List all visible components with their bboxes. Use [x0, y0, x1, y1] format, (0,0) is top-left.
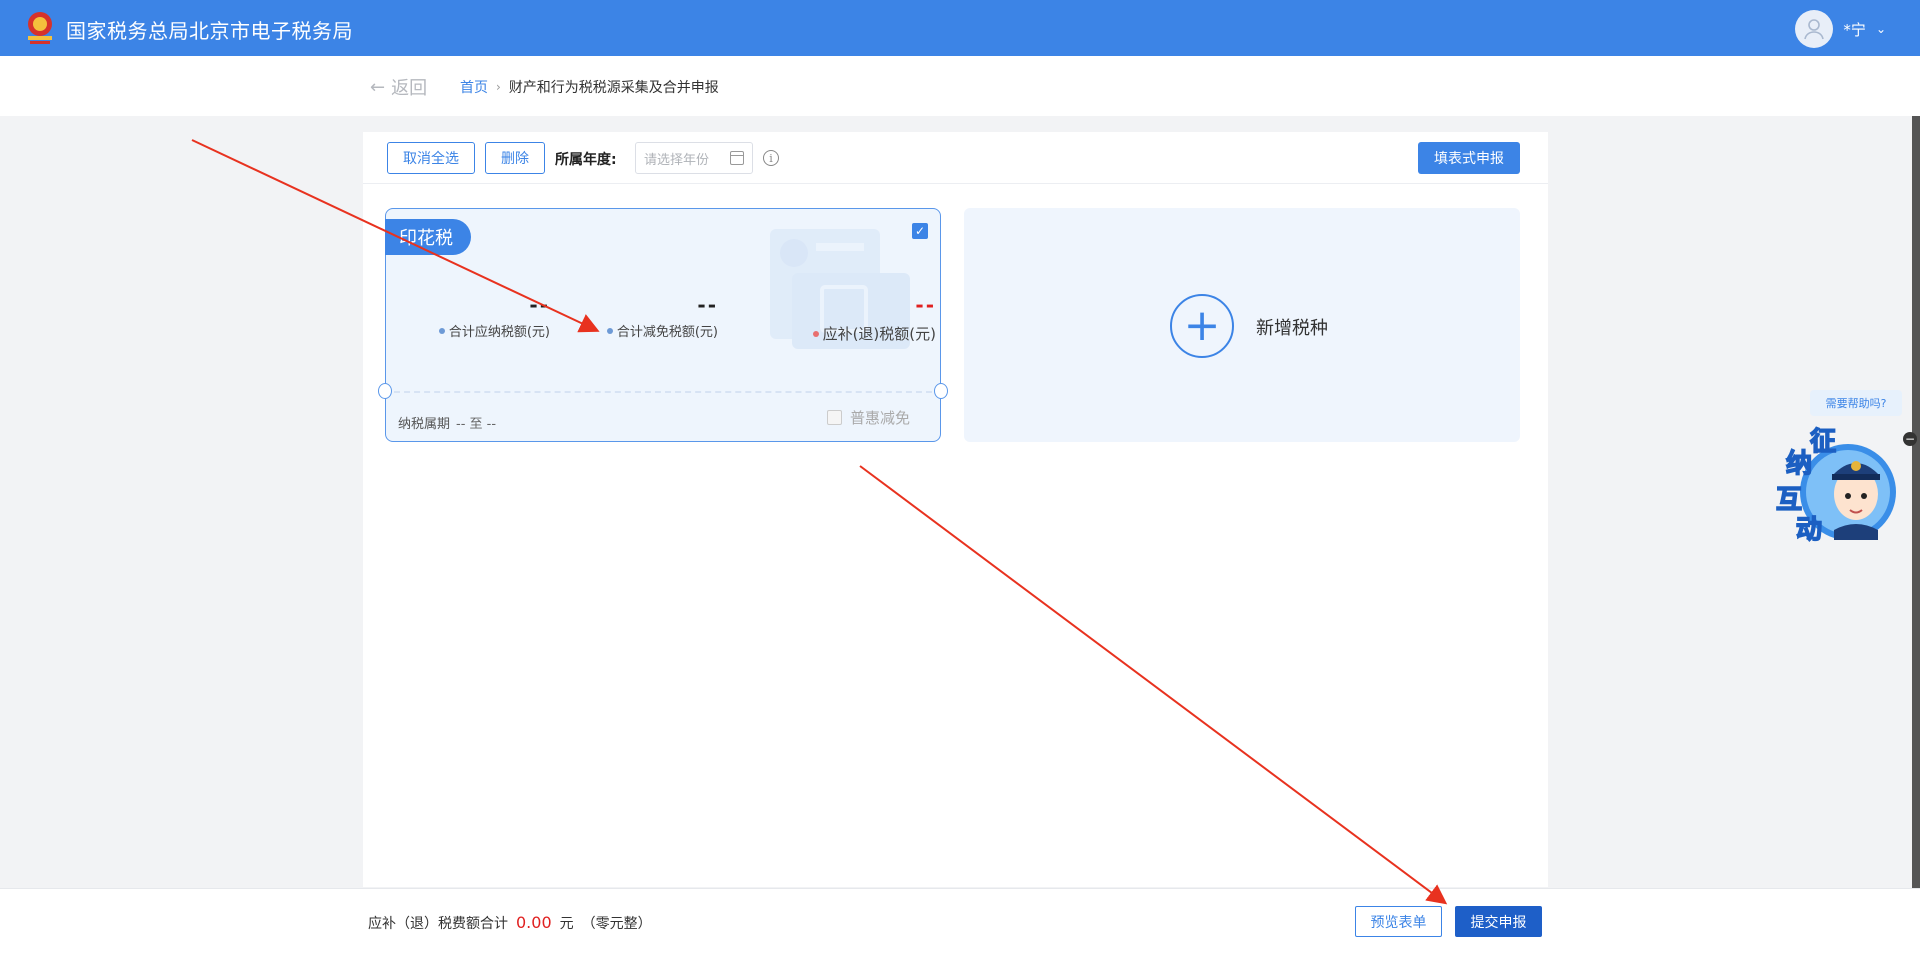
card-notch	[378, 383, 392, 399]
user-name[interactable]: *宁	[1843, 19, 1866, 40]
arrow-left-icon: ←	[370, 76, 386, 98]
assistant-char: 纳	[1786, 448, 1812, 479]
cancel-select-all-button[interactable]: 取消全选	[387, 142, 475, 174]
site-title: 国家税务总局北京市电子税务局	[66, 19, 353, 43]
scrollbar-thumb[interactable]	[1912, 116, 1920, 888]
top-header: 国家税务总局北京市电子税务局 *宁 ⌄	[0, 0, 1920, 56]
preview-form-button[interactable]: 预览表单	[1355, 906, 1442, 937]
total-summary-words: （零元整）	[581, 916, 652, 932]
breadcrumb-current: 财产和行为税税源采集及合并申报	[508, 80, 719, 96]
user-icon	[1804, 19, 1825, 40]
bullet-dot-icon	[812, 330, 819, 337]
submit-declaration-button[interactable]: 提交申报	[1455, 906, 1542, 937]
plus-circle-icon[interactable]: +	[1170, 294, 1234, 358]
toolbar: 取消全选 删除 所属年度: 请选择年份 i 填表式申报	[363, 132, 1548, 184]
card-checkbox[interactable]: ✓	[912, 223, 928, 239]
main-panel: 取消全选 删除 所属年度: 请选择年份 i 填表式申报 印花税 ✓ -- 合计应…	[363, 132, 1548, 887]
total-reduction-label: 合计减免税额(元)	[616, 325, 718, 340]
breadcrumb-home[interactable]: 首页	[460, 77, 488, 97]
back-label: 返回	[391, 78, 428, 99]
add-tax-type-card[interactable]: + 新增税种	[964, 208, 1520, 442]
fill-form-declare-button[interactable]: 填表式申报	[1418, 142, 1520, 174]
checkbox-icon[interactable]	[826, 410, 842, 425]
tax-period: 纳税属期 -- 至 --	[398, 413, 496, 432]
calendar-icon	[730, 151, 744, 165]
bullet-dot-icon	[606, 327, 613, 334]
add-tax-type-label[interactable]: 新增税种	[1256, 314, 1328, 340]
footer-bar: 应补（退）税费额合计 0.00 元 （零元整） 预览表单 提交申报	[0, 888, 1920, 953]
scrollbar[interactable]	[1912, 116, 1920, 888]
tax-type-tag: 印花税	[385, 219, 471, 255]
assistant-char: 互	[1776, 485, 1802, 515]
total-payable-label: 合计应纳税额(元)	[448, 325, 550, 340]
card-divider	[394, 391, 932, 393]
total-summary-unit: 元	[559, 916, 574, 932]
breadcrumb: 首页 › 财产和行为税税源采集及合并申报	[460, 77, 719, 97]
refund-due-value: --	[915, 293, 936, 317]
year-picker-input[interactable]: 请选择年份	[635, 142, 753, 174]
year-label: 所属年度:	[555, 152, 617, 168]
assistant-char: 征	[1810, 427, 1836, 457]
back-button[interactable]: ← 返回	[370, 74, 427, 100]
tax-period-label: 纳税属期	[398, 417, 451, 432]
chevron-right-icon: ›	[496, 80, 501, 94]
total-reduction-value: --	[697, 293, 718, 317]
breadcrumb-bar: ← 返回 首页 › 财产和行为税税源采集及合并申报	[0, 56, 1920, 116]
info-icon[interactable]: i	[763, 150, 779, 166]
card-notch	[934, 383, 948, 399]
chevron-down-icon[interactable]: ⌄	[1876, 22, 1886, 36]
year-placeholder: 请选择年份	[644, 152, 710, 168]
help-bubble[interactable]: 需要帮助吗?	[1810, 390, 1902, 416]
total-summary-amount: 0.00	[516, 913, 552, 932]
refund-due-metric: -- 应补(退)税额(元)	[804, 293, 936, 344]
avatar[interactable]	[1795, 10, 1834, 48]
tax-period-value: -- 至 --	[456, 417, 497, 432]
stamp-tax-card[interactable]: 印花税 ✓ -- 合计应纳税额(元) -- 合计减免税额(元) -- 应补(退)…	[378, 208, 948, 442]
assistant-char: 动	[1796, 515, 1822, 545]
total-reduction-metric: -- 合计减免税额(元)	[590, 293, 718, 340]
collapse-assistant-icon[interactable]: −	[1903, 432, 1917, 446]
user-menu[interactable]: *宁 ⌄	[1795, 10, 1886, 48]
total-summary-label: 应补（退）税费额合计	[368, 916, 508, 932]
bullet-dot-icon	[438, 327, 445, 334]
delete-button[interactable]: 删除	[485, 142, 545, 174]
tax-emblem-logo	[28, 12, 52, 44]
refund-due-label: 应补(退)税额(元)	[822, 325, 936, 343]
total-payable-value: --	[529, 293, 550, 317]
puhui-reduction-checkbox[interactable]: 普惠减免	[826, 407, 910, 428]
assistant-avatar-icon[interactable]: 征 纳 互 动	[1770, 420, 1900, 550]
puhui-reduction-label: 普惠减免	[849, 409, 910, 427]
total-summary: 应补（退）税费额合计 0.00 元 （零元整）	[368, 913, 652, 933]
total-payable-metric: -- 合计应纳税额(元)	[422, 293, 550, 340]
